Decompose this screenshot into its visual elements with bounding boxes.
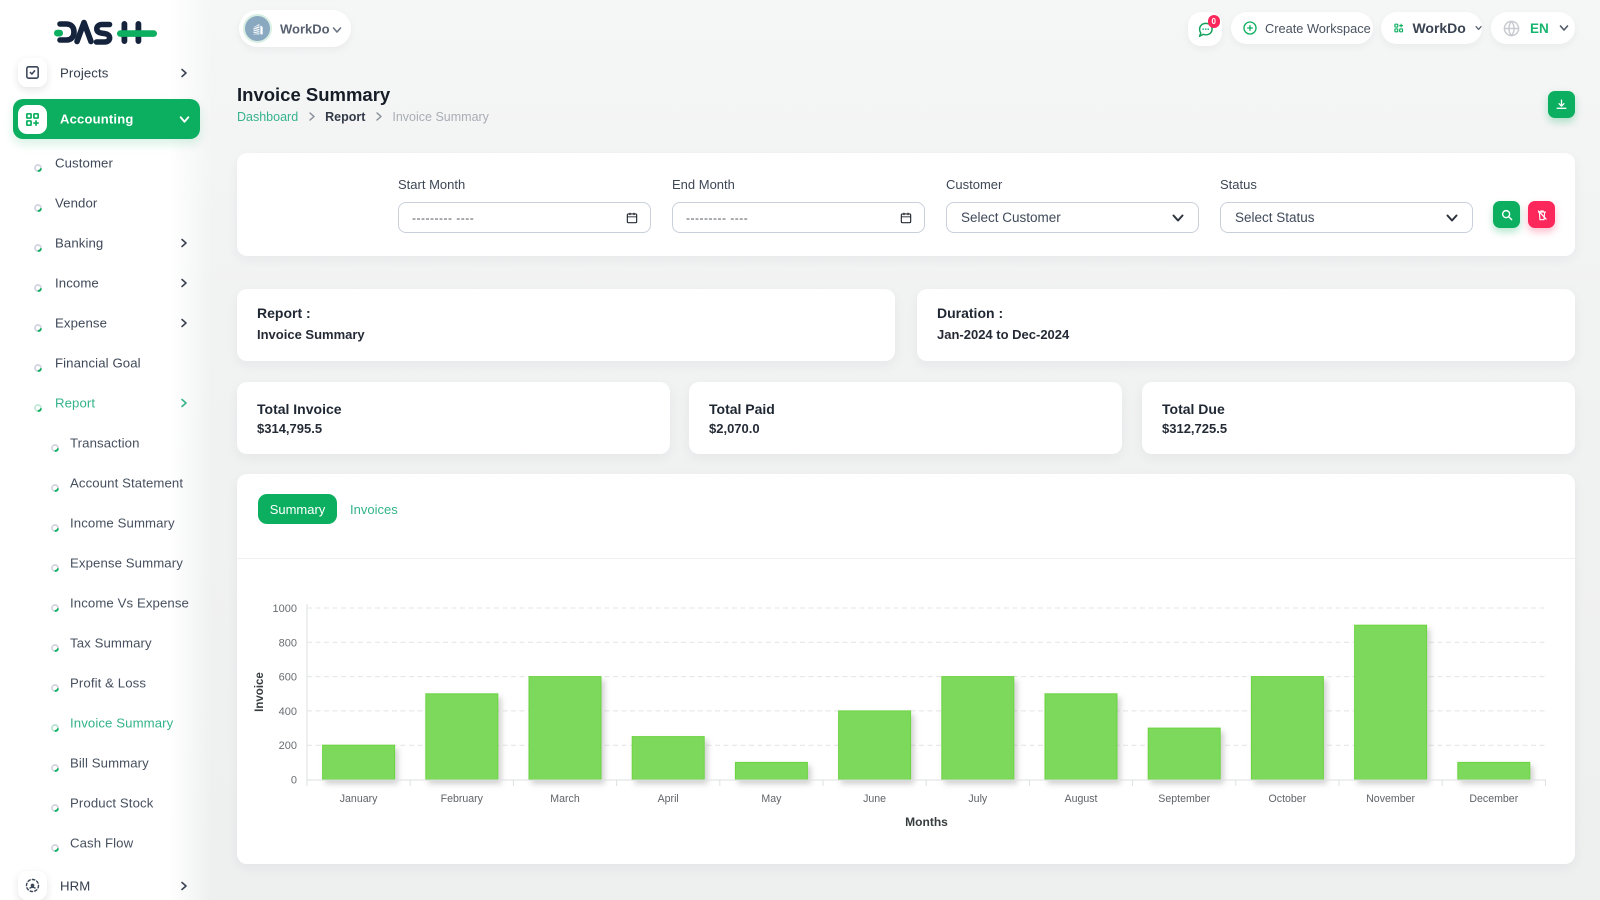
svg-text:June: June bbox=[863, 793, 886, 805]
svg-text:200: 200 bbox=[279, 740, 297, 752]
svg-text:October: October bbox=[1269, 793, 1307, 805]
svg-text:January: January bbox=[340, 793, 378, 805]
svg-text:400: 400 bbox=[279, 706, 297, 718]
svg-text:0: 0 bbox=[291, 775, 297, 787]
svg-text:800: 800 bbox=[279, 637, 297, 649]
svg-text:March: March bbox=[550, 793, 580, 805]
svg-text:August: August bbox=[1065, 793, 1098, 805]
svg-text:Months: Months bbox=[905, 815, 948, 829]
svg-text:May: May bbox=[761, 793, 782, 805]
svg-text:600: 600 bbox=[279, 672, 297, 684]
svg-text:Invoice: Invoice bbox=[254, 672, 266, 712]
svg-text:1000: 1000 bbox=[273, 603, 297, 615]
svg-text:September: September bbox=[1158, 793, 1210, 805]
svg-text:April: April bbox=[658, 793, 679, 805]
svg-text:July: July bbox=[968, 793, 988, 805]
svg-text:November: November bbox=[1366, 793, 1415, 805]
svg-text:December: December bbox=[1469, 793, 1518, 805]
svg-text:February: February bbox=[441, 793, 484, 805]
